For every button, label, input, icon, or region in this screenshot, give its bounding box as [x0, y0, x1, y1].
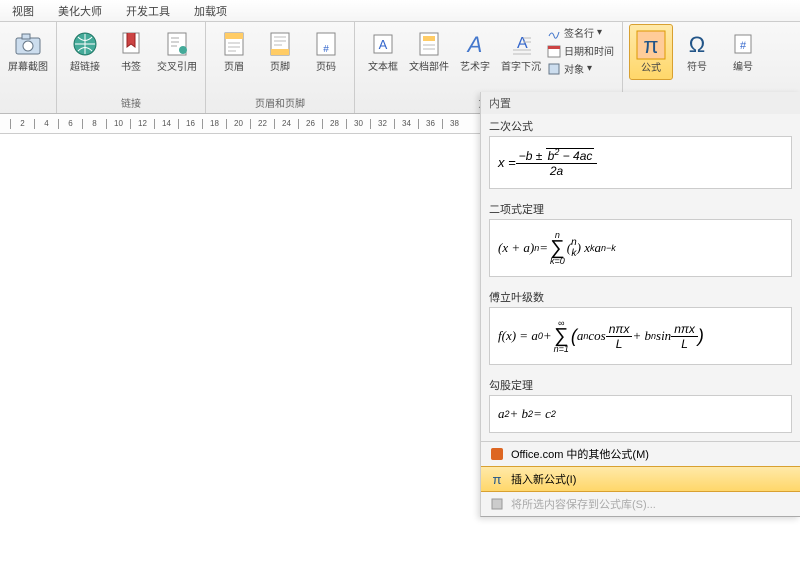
group-screenshot: 屏幕截图 [0, 22, 57, 113]
pagenum-icon: # [310, 28, 342, 60]
svg-text:π: π [493, 472, 502, 486]
pi-icon: π [635, 29, 667, 61]
textbox-button[interactable]: A 文本框 [361, 24, 405, 78]
section-pythagorean-label: 勾股定理 [481, 373, 800, 393]
number-button[interactable]: # 编号 [721, 24, 765, 78]
footer-button[interactable]: 页脚 [258, 24, 302, 78]
omega-icon: Ω [681, 28, 713, 60]
group-headerfooter: 页眉 页脚 # 页码 页眉和页脚 [206, 22, 355, 113]
svg-text:#: # [323, 44, 329, 55]
equation-binomial[interactable]: (x + a)n = n∑k=0 (nk) xkan−k [489, 219, 792, 277]
bookmark-button[interactable]: 书签 [109, 24, 153, 78]
links-group-label: 链接 [63, 94, 199, 111]
dropcap-icon: A [505, 28, 537, 60]
equation-dropdown: 内置 二次公式 x = −b ± b2 − 4ac2a 二项式定理 (x + a… [480, 92, 800, 517]
wordart-button[interactable]: A 艺术字 [453, 24, 497, 78]
signature-icon [547, 26, 561, 40]
office-icon [489, 446, 505, 462]
datetime-button[interactable]: 日期和时间 [545, 42, 616, 59]
bookmark-icon [115, 28, 147, 60]
dropdown-footer: Office.com 中的其他公式(M) π 插入新公式(I) 将所选内容保存到… [481, 441, 800, 516]
number-icon: # [727, 28, 759, 60]
section-fourier-label: 傅立叶级数 [481, 285, 800, 305]
equation-pythagorean[interactable]: a2 + b2 = c2 [489, 395, 792, 433]
dropdown-builtin-header: 内置 [481, 92, 800, 114]
crossref-icon [161, 28, 193, 60]
wordart-icon: A [459, 28, 491, 60]
symbol-button[interactable]: Ω 符号 [675, 24, 719, 78]
hyperlink-button[interactable]: 超链接 [63, 24, 107, 78]
pi-small-icon: π [489, 471, 505, 487]
group-links: 超链接 书签 交叉引用 链接 [57, 22, 206, 113]
office-online-equations[interactable]: Office.com 中的其他公式(M) [481, 442, 800, 466]
section-quadratic-label: 二次公式 [481, 114, 800, 134]
svg-text:A: A [466, 32, 483, 57]
ribbon-tabs: 视图 美化大师 开发工具 加载项 [0, 0, 800, 22]
docparts-button[interactable]: 文档部件 [407, 24, 451, 78]
equation-button[interactable]: π 公式 [629, 24, 673, 80]
svg-text:#: # [740, 40, 747, 52]
tab-dev[interactable]: 开发工具 [114, 0, 182, 21]
screenshot-button[interactable]: 屏幕截图 [6, 24, 50, 78]
signature-button[interactable]: 签名行 ▾ [545, 24, 616, 41]
textbox-icon: A [367, 28, 399, 60]
footer-icon [264, 28, 296, 60]
dropcap-button[interactable]: A 首字下沉 [499, 24, 543, 78]
tab-addins[interactable]: 加载项 [182, 0, 239, 21]
docparts-icon [413, 28, 445, 60]
equation-fourier[interactable]: f(x) = a0 + ∞∑n=1 (an cos nπxL + bn sin … [489, 307, 792, 365]
svg-text:A: A [379, 37, 388, 52]
hf-group-label: 页眉和页脚 [212, 94, 348, 111]
save-to-gallery: 将所选内容保存到公式库(S)... [481, 492, 800, 516]
equation-quadratic[interactable]: x = −b ± b2 − 4ac2a [489, 136, 792, 189]
crossref-button[interactable]: 交叉引用 [155, 24, 199, 78]
save-icon [489, 496, 505, 512]
globe-icon [69, 28, 101, 60]
section-binomial-label: 二项式定理 [481, 197, 800, 217]
svg-text:Ω: Ω [689, 32, 705, 57]
tab-beautify[interactable]: 美化大师 [46, 0, 114, 21]
object-button[interactable]: 对象 ▾ [545, 60, 616, 77]
header-button[interactable]: 页眉 [212, 24, 256, 78]
tab-view[interactable]: 视图 [0, 0, 46, 21]
svg-text:π: π [643, 33, 658, 58]
camera-icon [12, 28, 44, 60]
object-icon [547, 62, 561, 76]
insert-new-equation[interactable]: π 插入新公式(I) [481, 466, 800, 492]
calendar-icon [547, 44, 561, 58]
pagenum-button[interactable]: # 页码 [304, 24, 348, 78]
header-icon [218, 28, 250, 60]
